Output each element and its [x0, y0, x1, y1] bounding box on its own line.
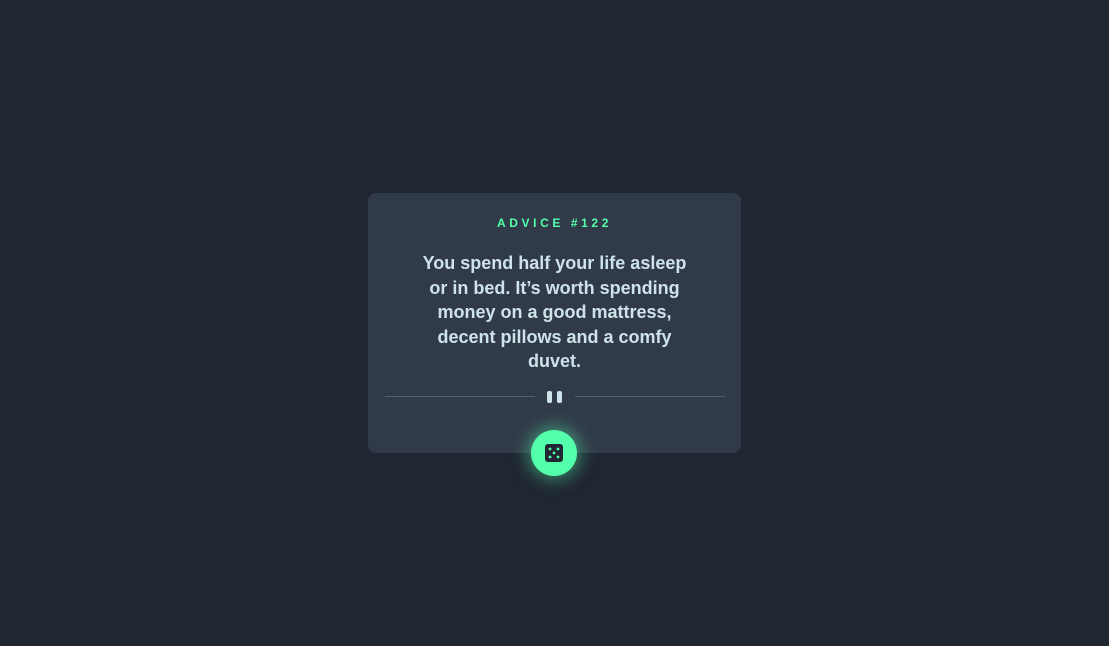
page: ADVICE #122 You spend half your life asl… — [0, 0, 1109, 646]
new-advice-button[interactable] — [531, 430, 577, 476]
advice-quote: You spend half your life asleep or in be… — [422, 253, 687, 371]
divider-line-right — [575, 396, 725, 397]
advice-card: ADVICE #122 You spend half your life asl… — [368, 193, 741, 453]
dice-icon — [545, 444, 563, 462]
divider — [385, 389, 725, 405]
divider-line-left — [385, 396, 535, 397]
advice-id: ADVICE #122 — [497, 216, 612, 230]
pause-icon — [547, 391, 563, 403]
